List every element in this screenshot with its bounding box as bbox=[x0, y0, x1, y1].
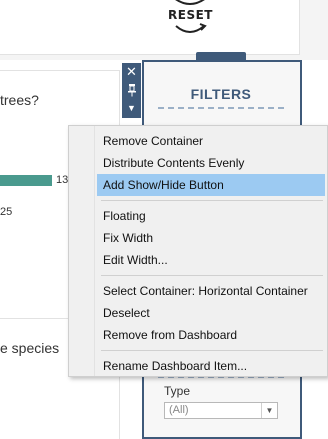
type-filter-label: Type bbox=[164, 384, 191, 398]
filters-title: FILTERS bbox=[190, 86, 252, 102]
chevron-down-icon[interactable]: ▼ bbox=[261, 403, 277, 418]
menu-separator bbox=[101, 275, 323, 276]
reset-circular-arrow-icon bbox=[175, 23, 207, 33]
lower-worksheet-title: e species bbox=[0, 340, 60, 356]
menu-item-select-container[interactable]: Select Container: Horizontal Container bbox=[97, 280, 325, 302]
menu-item-fix-width[interactable]: Fix Width bbox=[97, 227, 325, 249]
chart-title: trees? bbox=[0, 92, 39, 108]
menu-item-edit-width[interactable]: Edit Width... bbox=[97, 249, 325, 271]
close-icon[interactable]: ✕ bbox=[122, 63, 141, 81]
menu-icon-gutter bbox=[69, 126, 95, 376]
menu-item-deselect[interactable]: Deselect bbox=[97, 302, 325, 324]
reset-button-label[interactable]: RESET bbox=[168, 8, 212, 22]
menu-item-rename-dashboard-item[interactable]: Rename Dashboard Item... bbox=[97, 355, 325, 377]
bar-value-label: 25 bbox=[0, 206, 13, 218]
container-control-strip: ✕ ▼ bbox=[122, 63, 141, 118]
menu-separator bbox=[101, 350, 323, 351]
title-divider bbox=[158, 107, 284, 109]
menu-item-distribute-contents-evenly[interactable]: Distribute Contents Evenly bbox=[97, 152, 325, 174]
chart-bar[interactable] bbox=[0, 175, 52, 186]
context-menu: Remove Container Distribute Contents Eve… bbox=[68, 125, 328, 377]
bar-value-label: 13 bbox=[56, 174, 69, 186]
type-filter-dropdown[interactable]: (All) ▼ bbox=[164, 402, 278, 419]
menu-item-add-show-hide-button[interactable]: Add Show/Hide Button bbox=[97, 174, 325, 196]
reset-card[interactable]: RESET bbox=[0, 0, 300, 55]
menu-item-remove-container[interactable]: Remove Container bbox=[97, 130, 325, 152]
menu-item-remove-from-dashboard[interactable]: Remove from Dashboard bbox=[97, 324, 325, 346]
type-filter-value: (All) bbox=[169, 404, 189, 416]
dropdown-arrow-icon[interactable]: ▼ bbox=[122, 99, 141, 117]
menu-item-floating[interactable]: Floating bbox=[97, 205, 325, 227]
menu-separator bbox=[101, 200, 323, 201]
container-move-handle[interactable] bbox=[196, 52, 246, 61]
pin-icon[interactable] bbox=[122, 81, 141, 99]
reset-arrow-icon bbox=[175, 0, 205, 5]
